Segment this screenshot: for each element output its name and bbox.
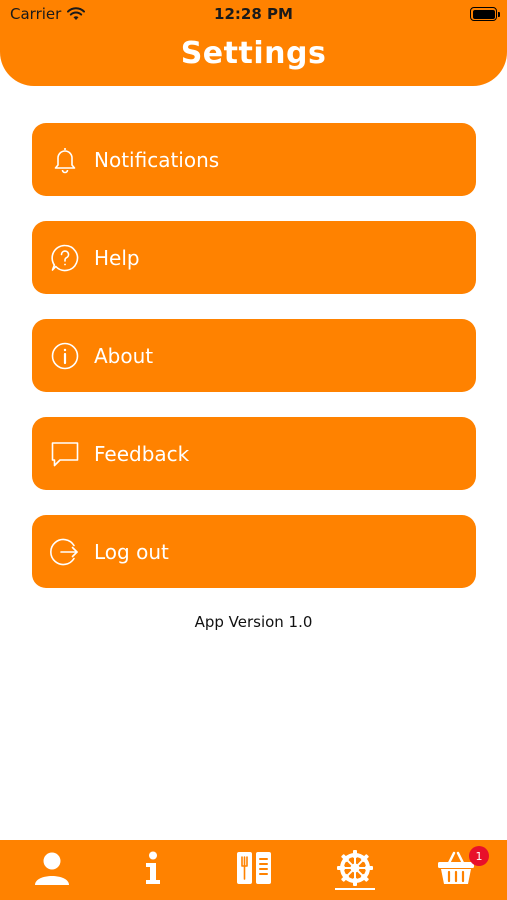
feedback-button[interactable]: Feedback [32,417,476,490]
bell-icon [50,145,80,175]
logout-icon [50,537,80,567]
app-version: App Version 1.0 [194,613,313,631]
status-time: 12:28 PM [214,5,293,23]
tab-bar [0,840,507,900]
notifications-label: Notifications [94,147,220,172]
info-circle-icon [50,341,80,371]
logout-label: Log out [94,539,169,564]
tab-settings[interactable] [330,846,380,890]
about-label: About [94,343,154,368]
question-bubble-icon [50,243,80,273]
settings-wheel-icon [337,850,373,886]
basket-badge: 1 [469,846,489,866]
chat-bubble-icon [50,439,80,469]
header: Carrier 12:28 PM Settings [0,0,507,86]
help-label: Help [94,245,140,270]
tab-menu[interactable] [229,846,279,890]
status-bar: Carrier 12:28 PM [0,0,507,30]
tab-profile[interactable] [27,846,77,890]
settings-menu: Notifications Help About Feedback Log ou… [32,123,476,613]
info-icon [146,851,160,884]
notifications-button[interactable]: Notifications [32,123,476,196]
tab-info[interactable] [128,846,178,890]
user-icon [35,852,69,885]
help-button[interactable]: Help [32,221,476,294]
feedback-label: Feedback [94,441,190,466]
selected-tab-indicator [335,888,375,890]
page-title: Settings [180,36,327,71]
menu-book-icon [237,852,271,884]
battery-icon [470,7,500,21]
about-button[interactable]: About [32,319,476,392]
logout-button[interactable]: Log out [32,515,476,588]
